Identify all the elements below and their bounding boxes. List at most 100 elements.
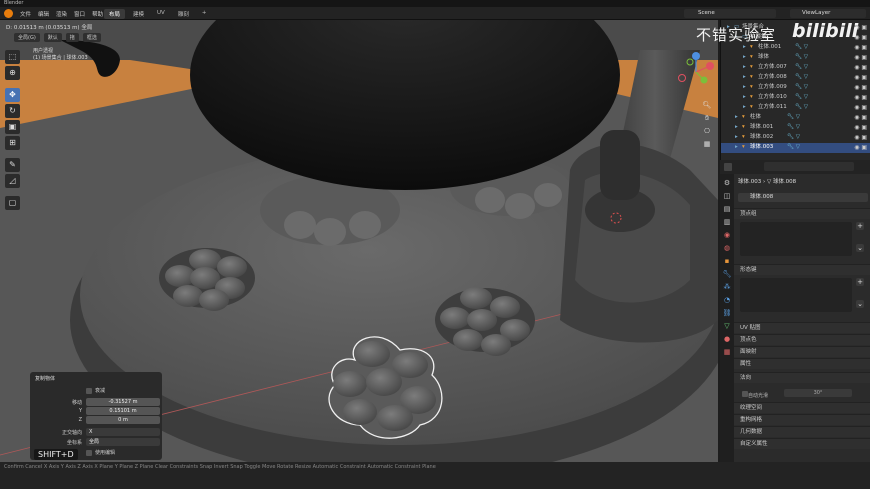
- section-attributes[interactable]: 属性: [734, 358, 870, 369]
- visibility-eye-icon[interactable]: ◉ ▣: [854, 93, 867, 103]
- visibility-eye-icon[interactable]: ◉ ▣: [854, 83, 867, 93]
- menu-render[interactable]: 渲染: [56, 10, 67, 18]
- outliner-item-name[interactable]: 立方体.011: [758, 103, 787, 113]
- viewlayer-selector[interactable]: ViewLayer: [790, 9, 866, 18]
- blender-logo-icon[interactable]: [4, 9, 13, 18]
- tool-tab-icon[interactable]: ⚙: [722, 178, 732, 188]
- visibility-eye-icon[interactable]: ◉ ▣: [854, 43, 867, 53]
- texture-tab-icon[interactable]: ▦: [722, 347, 732, 357]
- outliner-row[interactable]: ▸ ▾ 立方体.008 ◉ ▣ 🔧︎ ▽: [721, 73, 870, 83]
- modifier-icon[interactable]: 🔧︎ ▽: [795, 73, 808, 83]
- outliner-row[interactable]: ▸ ▾ 立方体.011 ◉ ▣ 🔧︎ ▽: [721, 103, 870, 113]
- render-tab-icon[interactable]: ◫: [722, 191, 732, 201]
- expand-arrow-icon[interactable]: ▸: [743, 83, 746, 93]
- zoom-icon[interactable]: 🔍︎: [702, 100, 712, 110]
- scene-tab-icon[interactable]: ◉: [722, 230, 732, 240]
- add-vertex-group-button[interactable]: +: [856, 222, 864, 230]
- modifier-icon[interactable]: 🔧︎ ▽: [787, 123, 800, 133]
- outliner-item-name[interactable]: 球体.003: [750, 143, 773, 153]
- modifier-icon[interactable]: 🔧︎ ▽: [787, 143, 800, 153]
- mesh-datablock-field[interactable]: 球体.008: [738, 193, 868, 202]
- move-z-field[interactable]: 0 m: [86, 416, 160, 424]
- gizmo-y-axis-icon[interactable]: [700, 76, 708, 84]
- view-layer-tab-icon[interactable]: ▥: [722, 217, 732, 227]
- gizmo-neg-x-icon[interactable]: [678, 74, 686, 82]
- expand-arrow-icon[interactable]: ▸: [735, 133, 738, 143]
- orientation-dropdown[interactable]: X: [86, 428, 160, 436]
- gizmo-neg-y-icon[interactable]: [686, 58, 694, 66]
- scale-icon[interactable]: ▣: [5, 120, 20, 134]
- modifier-icon[interactable]: 🔧︎ ▽: [795, 103, 808, 113]
- modifier-icon[interactable]: 🔧︎ ▽: [787, 113, 800, 123]
- expand-arrow-icon[interactable]: ▸: [735, 123, 738, 133]
- select-box-icon[interactable]: ⬚: [5, 50, 20, 64]
- section-normals[interactable]: 法向: [734, 372, 870, 383]
- annotate-icon[interactable]: ✎: [5, 158, 20, 172]
- use-edit-checkbox[interactable]: [86, 450, 92, 456]
- outliner-row[interactable]: ▸ ▾ 球体 ◉ ▣ 🔧︎ ▽: [721, 53, 870, 63]
- material-tab-icon[interactable]: ●: [722, 334, 732, 344]
- outliner-item-name[interactable]: 柱体: [750, 113, 761, 123]
- modifier-icon[interactable]: 🔧︎ ▽: [795, 93, 808, 103]
- editor-type-icon[interactable]: [724, 163, 732, 171]
- vertex-group-menu-button[interactable]: ⌄: [856, 244, 864, 252]
- expand-arrow-icon[interactable]: ▸: [743, 53, 746, 63]
- section-uv-maps[interactable]: UV 贴图: [734, 322, 870, 333]
- mesh-data-tab-icon[interactable]: ▽: [722, 321, 732, 331]
- outliner-row[interactable]: ▸ ▾ 球体.003 ◉ ▣ 🔧︎ ▽: [721, 143, 870, 153]
- proportional-checkbox[interactable]: [86, 388, 92, 394]
- outliner-item-name[interactable]: 立方体.007: [758, 63, 787, 73]
- gizmo-x-axis-icon[interactable]: [706, 62, 714, 70]
- add-cube-icon[interactable]: ▢: [5, 196, 20, 210]
- move-icon[interactable]: ✥: [5, 88, 20, 102]
- add-shape-key-button[interactable]: +: [856, 278, 864, 286]
- vertex-groups-list[interactable]: [740, 222, 852, 256]
- visibility-eye-icon[interactable]: ◉ ▣: [854, 63, 867, 73]
- object-tab-icon[interactable]: ▪: [722, 256, 732, 266]
- outliner-row[interactable]: ▸ ▾ 球体.002 ◉ ▣ 🔧︎ ▽: [721, 133, 870, 143]
- expand-arrow-icon[interactable]: ▸: [743, 73, 746, 83]
- pivot-dropdown[interactable]: 默认: [43, 33, 62, 42]
- expand-arrow-icon[interactable]: ▸: [743, 103, 746, 113]
- outliner-item-name[interactable]: 立方体.010: [758, 93, 787, 103]
- output-tab-icon[interactable]: ▤: [722, 204, 732, 214]
- modifier-icon[interactable]: 🔧︎ ▽: [795, 83, 808, 93]
- section-texture-space[interactable]: 纹理空间: [734, 402, 870, 413]
- rotate-icon[interactable]: ↻: [5, 104, 20, 118]
- tab-layout[interactable]: 布局: [104, 9, 126, 19]
- world-tab-icon[interactable]: ◍: [722, 243, 732, 253]
- section-face-maps[interactable]: 面映射: [734, 346, 870, 357]
- outliner-item-name[interactable]: 立方体.008: [758, 73, 787, 83]
- shape-keys-list[interactable]: [740, 278, 852, 312]
- outliner-row[interactable]: ▸ ▾ 柱体 ◉ ▣ 🔧︎ ▽: [721, 113, 870, 123]
- menu-edit[interactable]: 编辑: [38, 10, 49, 18]
- transform-icon[interactable]: ⊞: [5, 136, 20, 150]
- cursor-icon[interactable]: ⊕: [5, 66, 20, 80]
- expand-arrow-icon[interactable]: ▸: [743, 63, 746, 73]
- modifier-icon[interactable]: 🔧︎ ▽: [795, 53, 808, 63]
- section-vertex-groups[interactable]: 顶点组: [734, 208, 870, 219]
- visibility-eye-icon[interactable]: ◉ ▣: [854, 133, 867, 143]
- shape-key-menu-button[interactable]: ⌄: [856, 300, 864, 308]
- outliner-row[interactable]: ▸ ▾ 球体.001 ◉ ▣ 🔧︎ ▽: [721, 123, 870, 133]
- gizmo-z-axis-icon[interactable]: [692, 52, 700, 60]
- expand-arrow-icon[interactable]: ▸: [735, 143, 738, 153]
- expand-arrow-icon[interactable]: ▸: [735, 113, 738, 123]
- modifier-tab-icon[interactable]: 🔧︎: [722, 269, 732, 279]
- outliner-item-name[interactable]: 球体: [758, 53, 769, 63]
- particles-tab-icon[interactable]: ⁂: [722, 282, 732, 292]
- measure-icon[interactable]: ◿: [5, 174, 20, 188]
- tab-modeling[interactable]: 建模: [128, 9, 149, 19]
- visibility-eye-icon[interactable]: ◉ ▣: [854, 123, 867, 133]
- section-remesh[interactable]: 重构网格: [734, 414, 870, 425]
- section-vertex-colors[interactable]: 顶点色: [734, 334, 870, 345]
- outliner-row[interactable]: ▸ ▾ 立方体.009 ◉ ▣ 🔧︎ ▽: [721, 83, 870, 93]
- tab-add[interactable]: +: [197, 9, 212, 19]
- menu-window[interactable]: 窗口: [74, 10, 85, 18]
- outliner-item-name[interactable]: 立方体.009: [758, 83, 787, 93]
- move-x-field[interactable]: -0.31527 m: [86, 398, 160, 406]
- visibility-eye-icon[interactable]: ◉ ▣: [854, 53, 867, 63]
- scene-selector[interactable]: Scene: [684, 9, 776, 18]
- outliner-row[interactable]: ▸ ▾ 立方体.007 ◉ ▣ 🔧︎ ▽: [721, 63, 870, 73]
- move-y-field[interactable]: 0.15101 m: [86, 407, 160, 415]
